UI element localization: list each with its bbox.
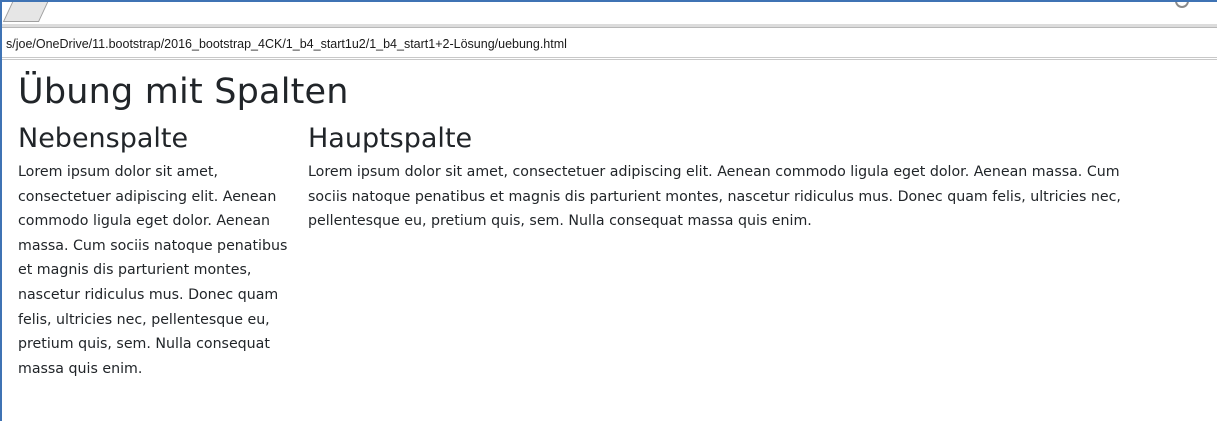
- main-column-heading: Hauptspalte: [308, 123, 473, 154]
- main-column: Hauptspalte Lorem ipsum dolor sit amet, …: [308, 122, 1128, 234]
- columns-row: Nebenspalte Lorem ipsum dolor sit amet, …: [18, 122, 1208, 381]
- browser-window: s/joe/OneDrive/11.bootstrap/2016_bootstr…: [0, 0, 1217, 421]
- url-text[interactable]: s/joe/OneDrive/11.bootstrap/2016_bootstr…: [6, 37, 567, 51]
- tab-strip: [2, 2, 1217, 28]
- main-column-text: Lorem ipsum dolor sit amet, consectetuer…: [308, 164, 1121, 230]
- page-title: Übung mit Spalten: [18, 72, 349, 112]
- profile-icon[interactable]: [1175, 2, 1189, 8]
- page-content: Übung mit Spalten Nebenspalte Lorem ipsu…: [18, 68, 1208, 381]
- side-column-text: Lorem ipsum dolor sit amet, consectetuer…: [18, 164, 288, 377]
- tab-strip-divider: [2, 24, 1217, 27]
- address-bar[interactable]: s/joe/OneDrive/11.bootstrap/2016_bootstr…: [2, 28, 1217, 60]
- side-column: Nebenspalte Lorem ipsum dolor sit amet, …: [18, 122, 288, 381]
- browser-tab[interactable]: [2, 2, 50, 22]
- side-column-heading: Nebenspalte: [18, 123, 189, 154]
